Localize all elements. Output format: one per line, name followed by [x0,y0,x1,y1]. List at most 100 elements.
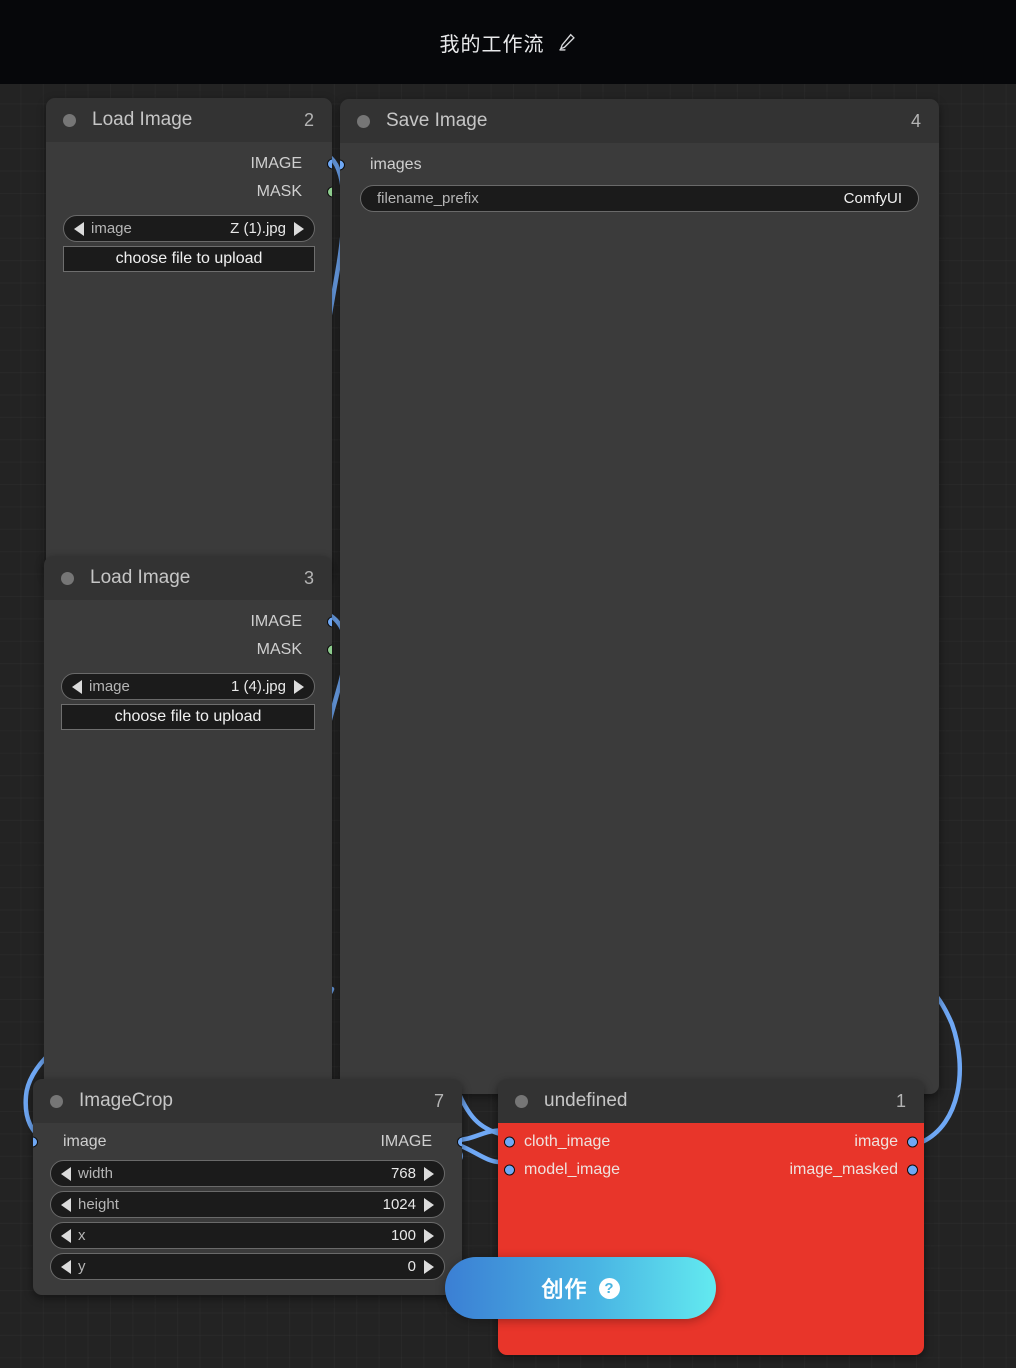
chevron-right-icon[interactable] [424,1198,434,1212]
node-title-bar[interactable]: Load Image 2 [46,98,332,142]
output-slot-label: MASK [257,641,302,659]
port-mask-out[interactable] [327,187,332,198]
pencil-icon[interactable] [557,32,577,52]
node-body: IMAGE MASK image 1 (4).jpg choose file t… [44,600,332,1107]
widget-value: 1024 [383,1196,416,1213]
input-slot-label: model_image [524,1161,620,1179]
help-icon[interactable]: ? [599,1278,620,1299]
node-title-label: ImageCrop [79,1090,173,1112]
node-collapse-icon[interactable] [357,115,370,128]
widget-y[interactable]: y 0 [50,1253,445,1280]
chevron-left-icon[interactable] [61,1198,71,1212]
chevron-left-icon[interactable] [61,1229,71,1243]
widget-height[interactable]: height 1024 [50,1191,445,1218]
node-title-bar[interactable]: Save Image 4 [340,99,939,143]
chevron-right-icon[interactable] [424,1260,434,1274]
output-slot-label: image_masked [790,1161,899,1179]
slot-row-image-io: image IMAGE [33,1128,462,1156]
port-image-out[interactable] [327,159,332,170]
widget-image-combo[interactable]: image Z (1).jpg [63,215,315,242]
chevron-right-icon[interactable] [294,222,304,236]
node-title-bar[interactable]: Load Image 3 [44,556,332,600]
chevron-left-icon[interactable] [72,680,82,694]
output-slot-image[interactable]: IMAGE [46,150,332,178]
chevron-right-icon[interactable] [294,680,304,694]
node-title-label: undefined [544,1090,627,1112]
node-body: image IMAGE width 768 height 1024 x 100 [33,1123,462,1295]
chevron-left-icon[interactable] [74,222,84,236]
widget-value: 1 (4).jpg [231,678,286,695]
workflow-title: 我的工作流 [440,28,545,57]
port-image-out[interactable] [907,1137,918,1148]
node-load-image-2[interactable]: Load Image 2 IMAGE MASK image Z (1).jpg … [46,98,332,579]
port-mask-out[interactable] [327,645,332,656]
create-button-label: 创作 [541,1272,587,1304]
node-id-label: 3 [304,568,314,589]
chevron-right-icon[interactable] [424,1167,434,1181]
port-images-in[interactable] [340,160,345,171]
node-collapse-icon[interactable] [63,114,76,127]
chevron-right-icon[interactable] [424,1229,434,1243]
port-model-image-in[interactable] [504,1165,515,1176]
widget-value: Z (1).jpg [230,220,286,237]
slot-row-cloth-image: cloth_image image [498,1128,924,1156]
chevron-left-icon[interactable] [61,1167,71,1181]
node-load-image-3[interactable]: Load Image 3 IMAGE MASK image 1 (4).jpg … [44,556,332,1107]
widget-filename-prefix[interactable]: filename_prefix ComfyUI [360,185,919,212]
port-image-masked-out[interactable] [907,1165,918,1176]
choose-file-button[interactable]: choose file to upload [61,704,315,730]
widget-x[interactable]: x 100 [50,1222,445,1249]
node-image-crop-7[interactable]: ImageCrop 7 image IMAGE width 768 height… [33,1079,462,1295]
choose-file-button[interactable]: choose file to upload [63,246,315,272]
port-image-in[interactable] [33,1137,38,1148]
output-slot-label: image [854,1133,898,1151]
widget-label: image [91,220,132,237]
slot-row-model-image: model_image image_masked [498,1156,924,1184]
port-image-out[interactable] [457,1137,462,1148]
output-slot-label: IMAGE [250,613,302,631]
node-title-bar[interactable]: undefined 1 [498,1079,924,1123]
output-slot-label: IMAGE [250,155,302,173]
input-slot-label: image [63,1133,107,1151]
node-collapse-icon[interactable] [50,1095,63,1108]
node-title-label: Load Image [92,109,192,131]
output-slot-label: MASK [257,183,302,201]
node-body: images filename_prefix ComfyUI [340,143,939,1094]
output-slot-mask[interactable]: MASK [46,178,332,206]
link-crop-to-model [456,1144,500,1162]
output-slot-image[interactable]: IMAGE [44,608,332,636]
create-button[interactable]: 创作 ? [445,1257,716,1319]
chevron-left-icon[interactable] [61,1260,71,1274]
widget-value: 768 [391,1165,416,1182]
node-body-error: cloth_image image model_image image_mask… [498,1123,924,1355]
widget-label: height [78,1196,119,1213]
output-slot-label: IMAGE [380,1133,432,1151]
input-slot-images[interactable]: images [340,151,939,179]
widget-label: y [78,1258,86,1275]
output-slot-mask[interactable]: MASK [44,636,332,664]
widget-value: ComfyUI [844,190,902,207]
node-collapse-icon[interactable] [61,572,74,585]
input-slot-label: cloth_image [524,1133,610,1151]
node-body: IMAGE MASK image Z (1).jpg choose file t… [46,142,332,579]
app-header: 我的工作流 [0,0,1016,84]
node-title-label: Save Image [386,110,487,132]
widget-value: 100 [391,1227,416,1244]
workflow-canvas[interactable]: Load Image 2 IMAGE MASK image Z (1).jpg … [0,84,1016,1368]
widget-label: image [89,678,130,695]
node-id-label: 2 [304,110,314,131]
widget-image-combo[interactable]: image 1 (4).jpg [61,673,315,700]
port-image-out[interactable] [327,617,332,628]
node-collapse-icon[interactable] [515,1095,528,1108]
widget-label: x [78,1227,86,1244]
widget-label: width [78,1165,113,1182]
widget-label: filename_prefix [377,190,479,207]
node-id-label: 7 [434,1091,444,1112]
node-title-label: Load Image [90,567,190,589]
widget-value: 0 [408,1258,416,1275]
port-cloth-image-in[interactable] [504,1137,515,1148]
widget-width[interactable]: width 768 [50,1160,445,1187]
node-id-label: 4 [911,111,921,132]
node-title-bar[interactable]: ImageCrop 7 [33,1079,462,1123]
node-save-image-4[interactable]: Save Image 4 images filename_prefix Comf… [340,99,939,1094]
